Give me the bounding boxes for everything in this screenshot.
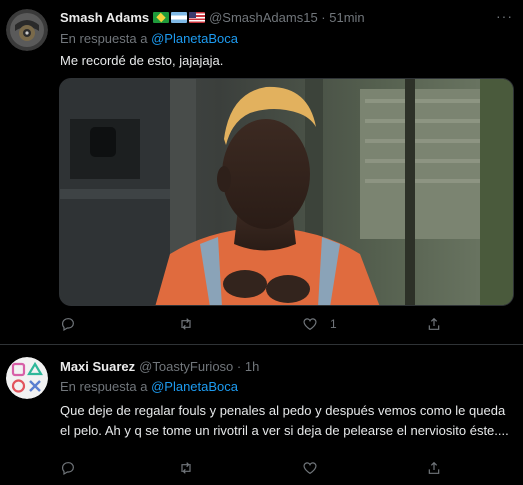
reply-mention-link[interactable]: @PlanetaBoca [151,31,238,46]
reply-context: En respuesta a @PlanetaBoca [60,31,238,46]
avatar[interactable] [6,357,48,399]
tweet[interactable]: Maxi Suarez @ToastyFurioso · 1h En respu… [0,346,523,485]
timestamp[interactable]: 1h [245,359,259,374]
like-button[interactable] [302,460,330,476]
avatar[interactable] [6,9,48,51]
reply-button[interactable] [60,316,88,332]
username[interactable]: @ToastyFurioso [139,359,233,374]
retweet-icon [181,318,191,330]
retweet-button[interactable] [178,460,206,476]
reply-mention-link[interactable]: @PlanetaBoca [151,379,238,394]
tweet-actions [60,460,460,480]
flag-emojis [153,12,206,23]
like-count: 1 [330,317,337,331]
tweet-text: Que deje de regalar fouls y penales al p… [60,403,509,438]
tweet-media[interactable] [59,78,514,306]
separator-dot: · [233,359,245,374]
username[interactable]: @SmashAdams15 [209,10,318,25]
display-name[interactable]: Maxi Suarez [60,359,135,374]
brazil-flag-icon [153,12,170,23]
share-icon [428,461,440,474]
tweet-text: Me recordé de esto, jajajaja. [60,53,224,68]
heart-icon [303,462,317,475]
argentina-flag-icon [171,12,188,23]
retweet-icon [181,462,191,474]
tweet-actions: 1 [60,316,460,336]
tweet[interactable]: Smash Adams @SmashAdams15 · 51min ··· En… [0,0,523,345]
share-icon [428,317,440,330]
timestamp[interactable]: 51min [329,10,364,25]
reply-button[interactable] [60,460,88,476]
reply-context: En respuesta a @PlanetaBoca [60,379,238,394]
tweet-header: Smash Adams @SmashAdams15 · 51min [60,10,365,25]
like-button[interactable]: 1 [302,316,337,332]
us-flag-icon [189,12,206,23]
retweet-button[interactable] [178,316,206,332]
reply-icon [62,462,74,476]
reply-prefix: En respuesta a [60,31,148,46]
display-name[interactable]: Smash Adams [60,10,149,25]
reply-icon [62,318,74,332]
share-button[interactable] [426,316,454,332]
heart-icon [303,318,317,331]
share-button[interactable] [426,460,454,476]
separator-dot: · [317,10,330,25]
tweet-header: Maxi Suarez @ToastyFurioso · 1h [60,359,259,374]
reply-prefix: En respuesta a [60,379,148,394]
more-options-icon[interactable]: ··· [496,8,513,24]
